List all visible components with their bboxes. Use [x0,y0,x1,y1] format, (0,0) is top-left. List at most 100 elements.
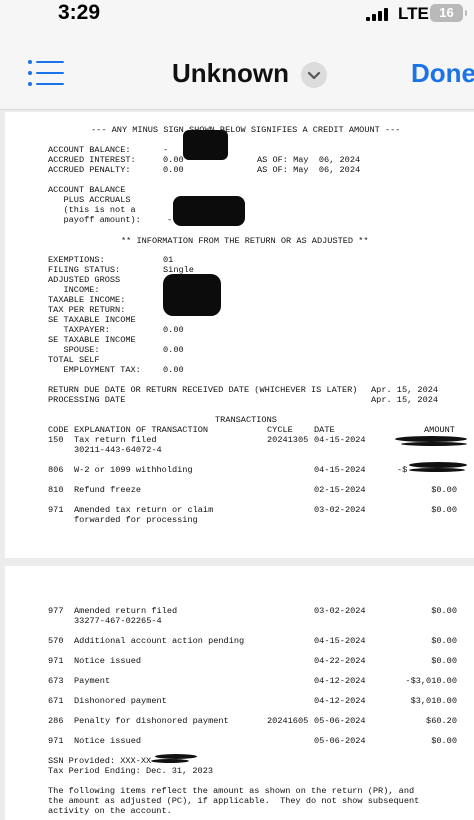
transaction-amount: -$ [397,465,408,475]
field-label: SE TAXABLE INCOME [48,335,136,345]
field-label: TAXPAYER: [48,325,110,335]
transaction-date: 04-12-2024 [314,676,366,686]
transaction-explanation: Notice issued [74,656,142,666]
column-date: DATE [314,425,335,435]
accrued-penalty-label: ACCRUED PENALTY: [48,165,131,175]
document-page-2: 977 Amended return filed 33277-467-02265… [5,566,474,820]
redaction-mark [401,442,467,446]
transaction-explanation: 30211-443-64072-4 [74,445,162,455]
battery-icon: 16 [430,4,467,22]
status-time: 3:29 [58,1,101,24]
field-label: ADJUSTED GROSS [48,275,121,285]
balance-accruals-value: - [167,215,173,225]
field-value: 0.00 [163,345,184,355]
list-menu-icon[interactable] [28,60,64,86]
balance-accruals-line-3: (this is not a [48,205,136,215]
transaction-explanation: Amended tax return or claim [74,505,214,515]
ssn-provided: SSN Provided: XXX-XX- [48,756,157,766]
info-header: ** INFORMATION FROM THE RETURN OR AS ADJ… [121,236,369,246]
transaction-date: 04-15-2024 [314,435,366,445]
transaction-amount: $0.00 [431,736,457,746]
column-code: CODE [48,425,69,435]
transaction-amount: $0.00 [431,636,457,646]
transaction-code: 971 [48,505,64,515]
footer-note-line-2: the amount as adjusted (PC), if applicab… [48,796,420,806]
transaction-code: 671 [48,696,64,706]
transaction-amount: $3,010.00 [410,696,457,706]
transaction-code: 286 [48,716,64,726]
balance-accruals-line-2: PLUS ACCRUALS [48,195,131,205]
transaction-code: 150 [48,435,64,445]
tax-period-ending: Tax Period Ending: Dec. 31, 2023 [48,766,214,776]
accrued-interest-value: 0.00 [163,155,184,165]
transaction-date: 04-15-2024 [314,465,366,475]
field-label: TAX PER RETURN: [48,305,126,315]
transaction-code: 971 [48,736,64,746]
field-label: SPOUSE: [48,345,100,355]
cellular-signal-icon [366,8,392,21]
transaction-cycle: 20241305 [267,435,309,445]
field-label: SE TAXABLE INCOME [48,315,136,325]
network-type: LTE [398,4,429,23]
column-amount: AMOUNT [424,425,455,435]
transaction-date: 05-06-2024 [314,736,366,746]
transaction-date: 03-02-2024 [314,505,366,515]
processing-date-value: Apr. 15, 2024 [371,395,439,405]
status-bar: 3:29 LTE 16 [0,0,474,28]
transaction-explanation: W-2 or 1099 withholding [74,465,193,475]
transaction-code: 810 [48,485,64,495]
field-value: 0.00 [163,365,184,375]
credit-note: --- ANY MINUS SIGN SHOWN BELOW SIGNIFIES… [91,125,401,135]
transaction-amount: $60.20 [426,716,457,726]
column-cycle: CYCLE [267,425,293,435]
transaction-date: 04-15-2024 [314,636,366,646]
balance-accruals-line-4: payoff amount): [48,215,141,225]
redaction-mark [409,468,465,472]
transaction-explanation: Penalty for dishonored payment [74,716,229,726]
account-balance-value: - [163,145,169,155]
field-label: EXEMPTIONS: [48,255,105,265]
transaction-explanation: Additional account action pending [74,636,245,646]
transaction-code: 570 [48,636,64,646]
footer-note-line-1: The following items reflect the amount a… [48,786,415,796]
field-value: 0.00 [163,325,184,335]
accrued-penalty-asof: AS OF: May 06, 2024 [257,165,361,175]
redaction-mark [151,759,189,763]
transaction-explanation: Tax return filed [74,435,157,445]
document-title[interactable]: Unknown [172,58,289,89]
transaction-amount: $0.00 [431,505,457,515]
field-label: EMPLOYMENT TAX: [48,365,141,375]
chevron-down-icon[interactable] [301,62,327,88]
balance-accruals-line-1: ACCOUNT BALANCE [48,185,126,195]
field-label: TOTAL SELF [48,355,100,365]
transaction-explanation: forwarded for processing [74,515,198,525]
transaction-explanation: Payment [74,676,111,686]
redaction-mark [183,130,228,160]
transaction-date: 04-22-2024 [314,656,366,666]
transaction-date: 04-12-2024 [314,696,366,706]
redaction-mark [163,274,221,316]
done-button[interactable]: Done [411,58,474,89]
transaction-explanation: Notice issued [74,736,142,746]
transaction-amount: -$3,010.00 [405,676,457,686]
transaction-code: 806 [48,465,64,475]
transaction-date: 05-06-2024 [314,716,366,726]
return-due-label: RETURN DUE DATE OR RETURN RECEIVED DATE … [48,385,358,395]
transaction-code: 977 [48,606,64,616]
return-due-value: Apr. 15, 2024 [371,385,439,395]
transaction-explanation: Amended return filed [74,606,178,616]
accrued-interest-asof: AS OF: May 06, 2024 [257,155,361,165]
field-label: FILING STATUS: [48,265,121,275]
field-value: 01 [163,255,174,265]
transaction-amount: $0.00 [431,485,457,495]
transaction-cycle: 20241605 [267,716,309,726]
footer-note-line-3: activity on the account. [48,806,172,816]
transaction-explanation: Refund freeze [74,485,142,495]
transaction-explanation: Dishonored payment [74,696,167,706]
document-page-1: --- ANY MINUS SIGN SHOWN BELOW SIGNIFIES… [5,112,474,558]
navigation-bar: Unknown Done [0,28,474,110]
accrued-interest-label: ACCRUED INTEREST: [48,155,136,165]
transaction-amount: $0.00 [431,656,457,666]
column-explanation: EXPLANATION OF TRANSACTION [74,425,209,435]
transaction-date: 02-15-2024 [314,485,366,495]
